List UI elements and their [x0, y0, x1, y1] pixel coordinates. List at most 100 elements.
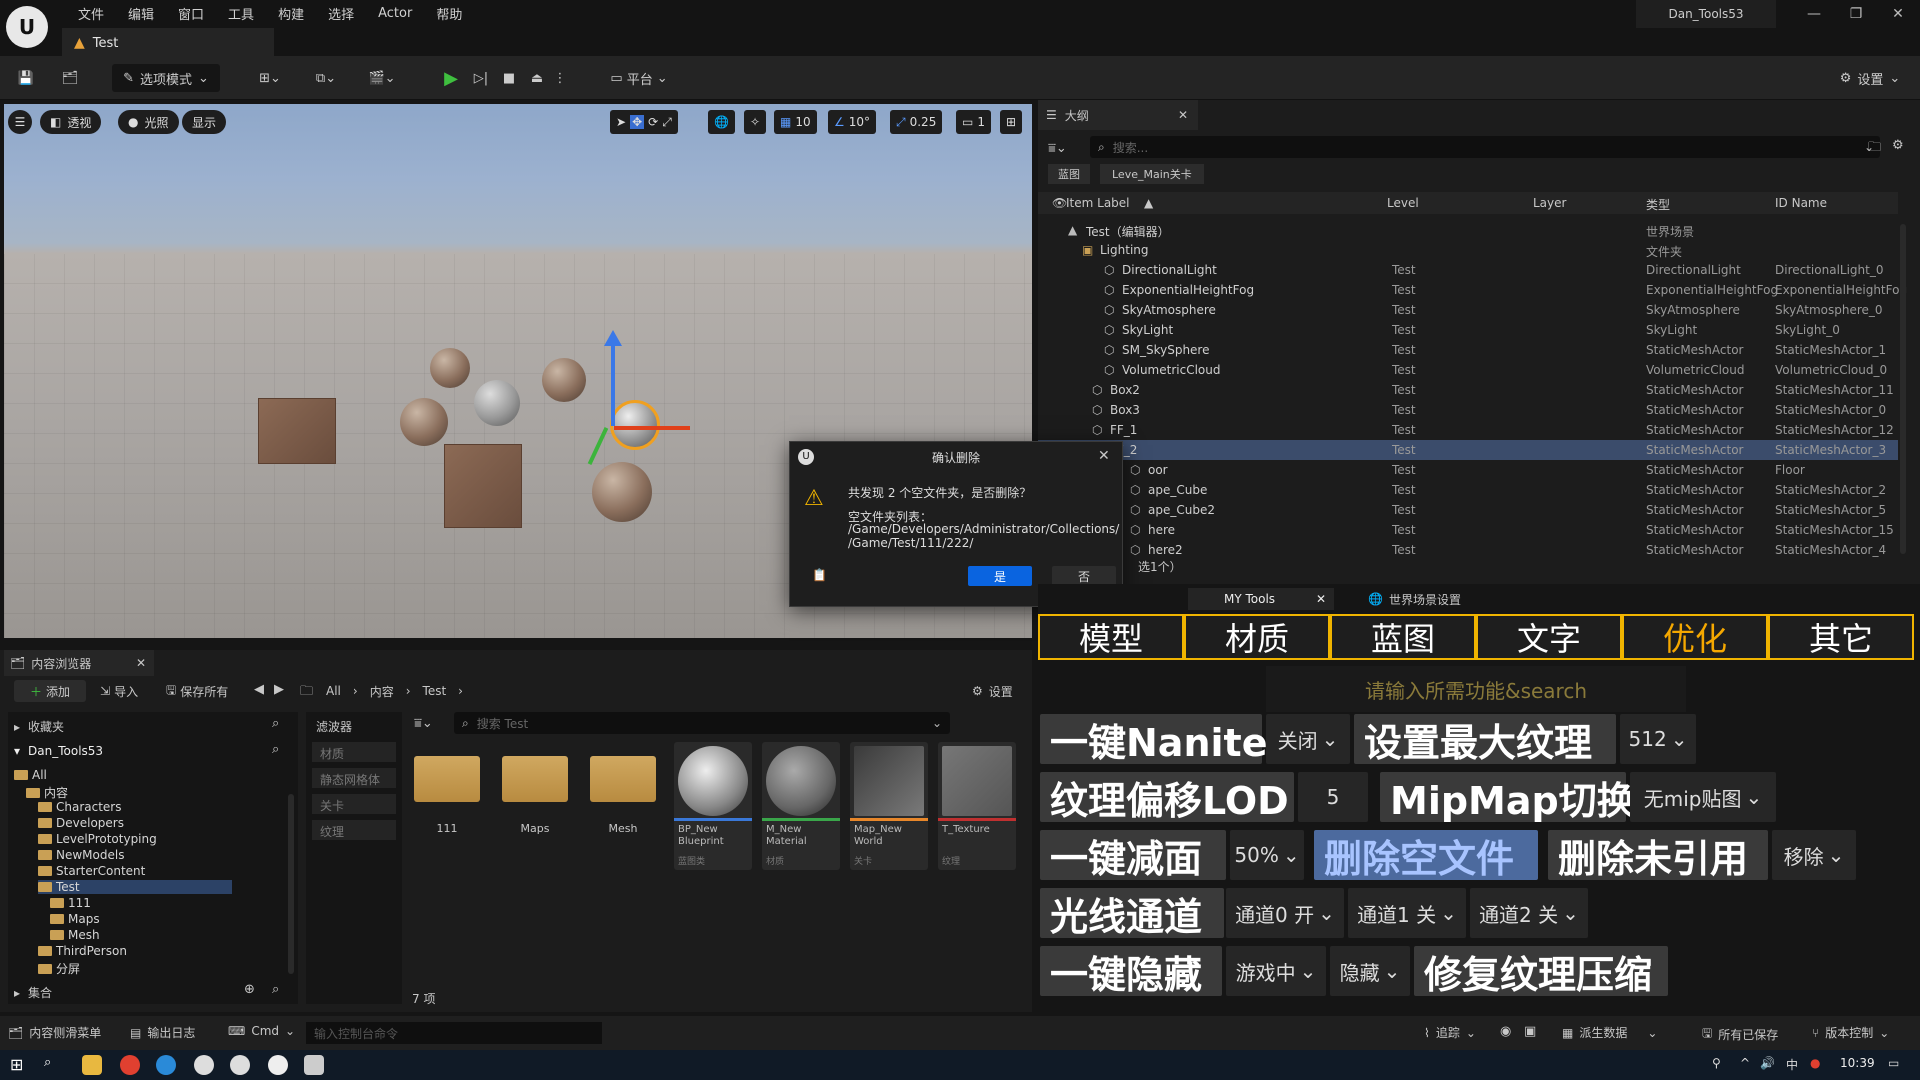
- settings-menu[interactable]: ⚙ 设置 ⌄: [1832, 64, 1908, 92]
- restore-icon[interactable]: ❐: [1842, 6, 1870, 22]
- delete-empty-button[interactable]: 删除空文件: [1314, 830, 1538, 881]
- asset-tile[interactable]: T_Texture 纹理: [938, 742, 1016, 870]
- table-row[interactable]: ⬡ SkyLight Test SkyLight SkyLight_0: [1038, 320, 1898, 340]
- menu-file[interactable]: 文件: [66, 4, 116, 23]
- sphere-mesh[interactable]: [474, 380, 520, 426]
- platform-menu[interactable]: ▭ 平台 ⌄: [604, 64, 674, 92]
- yes-button[interactable]: 是: [968, 566, 1032, 586]
- minimize-icon[interactable]: —: [1800, 6, 1828, 22]
- table-row[interactable]: ⬡ ape_Cube Test StaticMeshActor StaticMeshAc…: [1038, 480, 1898, 500]
- tool-search-input[interactable]: 请输入所需功能&search: [1266, 666, 1686, 712]
- save-icon[interactable]: 💾: [14, 64, 38, 92]
- table-row[interactable]: ▣ Lighting 文件夹: [1038, 240, 1898, 260]
- no-button[interactable]: 否: [1052, 566, 1116, 586]
- fix-texture-compression-button[interactable]: 修复纹理压缩: [1414, 946, 1668, 997]
- gizmo-z-axis[interactable]: [611, 334, 615, 426]
- menu-tools[interactable]: 工具: [216, 4, 266, 23]
- record-icon[interactable]: ◉: [1500, 1024, 1511, 1039]
- all-saved-button[interactable]: 🖫 所有已保存: [1702, 1024, 1778, 1045]
- column-id-name[interactable]: ID Name: [1775, 196, 1827, 210]
- scale-icon[interactable]: ⤢: [662, 115, 672, 130]
- asset-tile[interactable]: BP_New Blueprint 蓝图类: [674, 742, 752, 870]
- perspective-button[interactable]: ◧ 透视: [40, 110, 102, 134]
- folder-tile[interactable]: [502, 756, 568, 802]
- tree-item[interactable]: NewModels: [38, 848, 124, 862]
- delete-unreferenced-button[interactable]: 删除未引用: [1548, 830, 1768, 881]
- eject-icon[interactable]: ⏏: [526, 64, 548, 92]
- outliner-tab[interactable]: ☰ 大纲 ✕: [1038, 100, 1198, 130]
- console-input[interactable]: 输入控制台命令: [306, 1022, 602, 1044]
- scale-snap[interactable]: ⤢ 0.25: [890, 110, 943, 134]
- clipboard-icon[interactable]: 📋: [812, 568, 827, 582]
- sphere-mesh[interactable]: [592, 462, 652, 522]
- transform-tools[interactable]: ➤ ✥ ⟳ ⤢: [610, 110, 678, 134]
- table-row[interactable]: ⬡ Box3 Test StaticMeshActor StaticMeshActor_…: [1038, 400, 1898, 420]
- visibility-icon[interactable]: 👁: [1052, 196, 1067, 210]
- asset-tile[interactable]: Map_New World 关卡: [850, 742, 928, 870]
- menu-build[interactable]: 构建: [266, 4, 316, 23]
- nanite-dropdown[interactable]: 关闭 ⌄: [1266, 714, 1350, 764]
- derived-data-button[interactable]: ▦ 派生数据 ⌄: [1562, 1024, 1657, 1041]
- mode-select[interactable]: ✎ 选项模式 ⌄: [112, 64, 220, 92]
- filter-chip-level[interactable]: Leve_Main关卡: [1100, 164, 1204, 184]
- category-text[interactable]: 文字: [1476, 614, 1622, 660]
- forward-icon[interactable]: ▶: [274, 682, 284, 697]
- column-level[interactable]: Level: [1387, 196, 1419, 210]
- back-icon[interactable]: ◀: [254, 682, 264, 697]
- add-actor-icon[interactable]: ⊞⌄: [250, 64, 290, 92]
- search-icon[interactable]: ⌕: [272, 742, 279, 757]
- max-texture-button[interactable]: 设置最大纹理: [1354, 714, 1616, 765]
- asset-search-input[interactable]: ⌕ 搜索 Test ⌄: [454, 712, 950, 734]
- search-icon[interactable]: ⌕: [272, 982, 279, 997]
- tree-item[interactable]: Test: [38, 880, 232, 894]
- edge-icon[interactable]: [156, 1055, 176, 1075]
- tree-item[interactable]: Characters: [38, 800, 122, 814]
- tree-item[interactable]: Mesh: [50, 928, 100, 942]
- notifications-icon[interactable]: ▭: [1888, 1056, 1899, 1070]
- close-window-icon[interactable]: ✕: [1884, 6, 1912, 22]
- save-all-button[interactable]: 🖫 保存所有: [166, 680, 228, 702]
- cb-settings-button[interactable]: ⚙ 设置: [972, 680, 1013, 702]
- add-folder-icon[interactable]: 🗀: [1868, 138, 1881, 160]
- source-control-button[interactable]: ⑂ 版本控制 ⌄: [1812, 1024, 1889, 1041]
- filter-static-mesh[interactable]: 静态网格体: [312, 768, 396, 788]
- table-row[interactable]: ⬡ oor Test StaticMeshActor Floor: [1038, 460, 1898, 480]
- tree-scrollbar[interactable]: [288, 794, 294, 974]
- hide-scope-dropdown[interactable]: 游戏中 ⌄: [1226, 946, 1326, 996]
- mipmap-dropdown[interactable]: 无mip贴图 ⌄: [1630, 772, 1776, 822]
- content-browser-tab[interactable]: 🗂 内容浏览器 ✕: [4, 650, 154, 676]
- column-layer[interactable]: Layer: [1533, 196, 1566, 210]
- camera-speed[interactable]: ▭ 1: [956, 110, 991, 134]
- cmd-dropdown[interactable]: ⌨ Cmd ⌄: [228, 1024, 295, 1038]
- gizmo-z-arrow[interactable]: [604, 330, 622, 346]
- my-tools-tab[interactable]: MY Tools ✕: [1188, 588, 1334, 610]
- channel2-dropdown[interactable]: 通道2 关 ⌄: [1470, 888, 1588, 938]
- project-header[interactable]: ▾ Dan_Tools53: [14, 744, 103, 758]
- unreal-logo-icon[interactable]: U: [6, 6, 48, 48]
- cinematics-icon[interactable]: 🎬⌄: [362, 64, 402, 92]
- column-item-label[interactable]: Item Label: [1066, 196, 1130, 210]
- mipmap-button[interactable]: MipMap切换: [1380, 772, 1635, 823]
- category-material[interactable]: 材质: [1184, 614, 1330, 660]
- move-icon[interactable]: ✥: [630, 115, 645, 129]
- level-tab[interactable]: ▲ Test: [62, 28, 274, 56]
- tree-item[interactable]: LevelPrototyping: [38, 832, 157, 846]
- table-row[interactable]: ⬡ ape_Cube2 Test StaticMeshActor StaticMeshA…: [1038, 500, 1898, 520]
- menu-help[interactable]: 帮助: [424, 4, 474, 23]
- add-collection-icon[interactable]: ⊕: [244, 982, 255, 997]
- tree-item[interactable]: ThirdPerson: [38, 944, 127, 958]
- lighting-button[interactable]: ● 光照: [118, 110, 179, 134]
- category-model[interactable]: 模型: [1038, 614, 1184, 660]
- file-explorer-icon[interactable]: [82, 1055, 102, 1075]
- angle-snap[interactable]: ∠ 10°: [828, 110, 877, 134]
- folder-icon[interactable]: 🗀: [300, 682, 313, 704]
- gizmo-x-axis[interactable]: [614, 426, 690, 430]
- hide-button[interactable]: 一键隐藏: [1040, 946, 1222, 997]
- column-type[interactable]: 类型: [1646, 196, 1670, 213]
- table-row[interactable]: ▲ Test（编辑器） 世界场景: [1038, 220, 1898, 240]
- chrome-icon[interactable]: [120, 1055, 140, 1075]
- menu-select[interactable]: 选择: [316, 4, 366, 23]
- unreal-taskbar-icon[interactable]: [268, 1055, 288, 1075]
- table-row[interactable]: ⬡ VolumetricCloud Test VolumetricCloud Volum…: [1038, 360, 1898, 380]
- table-row[interactable]: ⬡ FF_1 Test StaticMeshActor StaticMeshActor_…: [1038, 420, 1898, 440]
